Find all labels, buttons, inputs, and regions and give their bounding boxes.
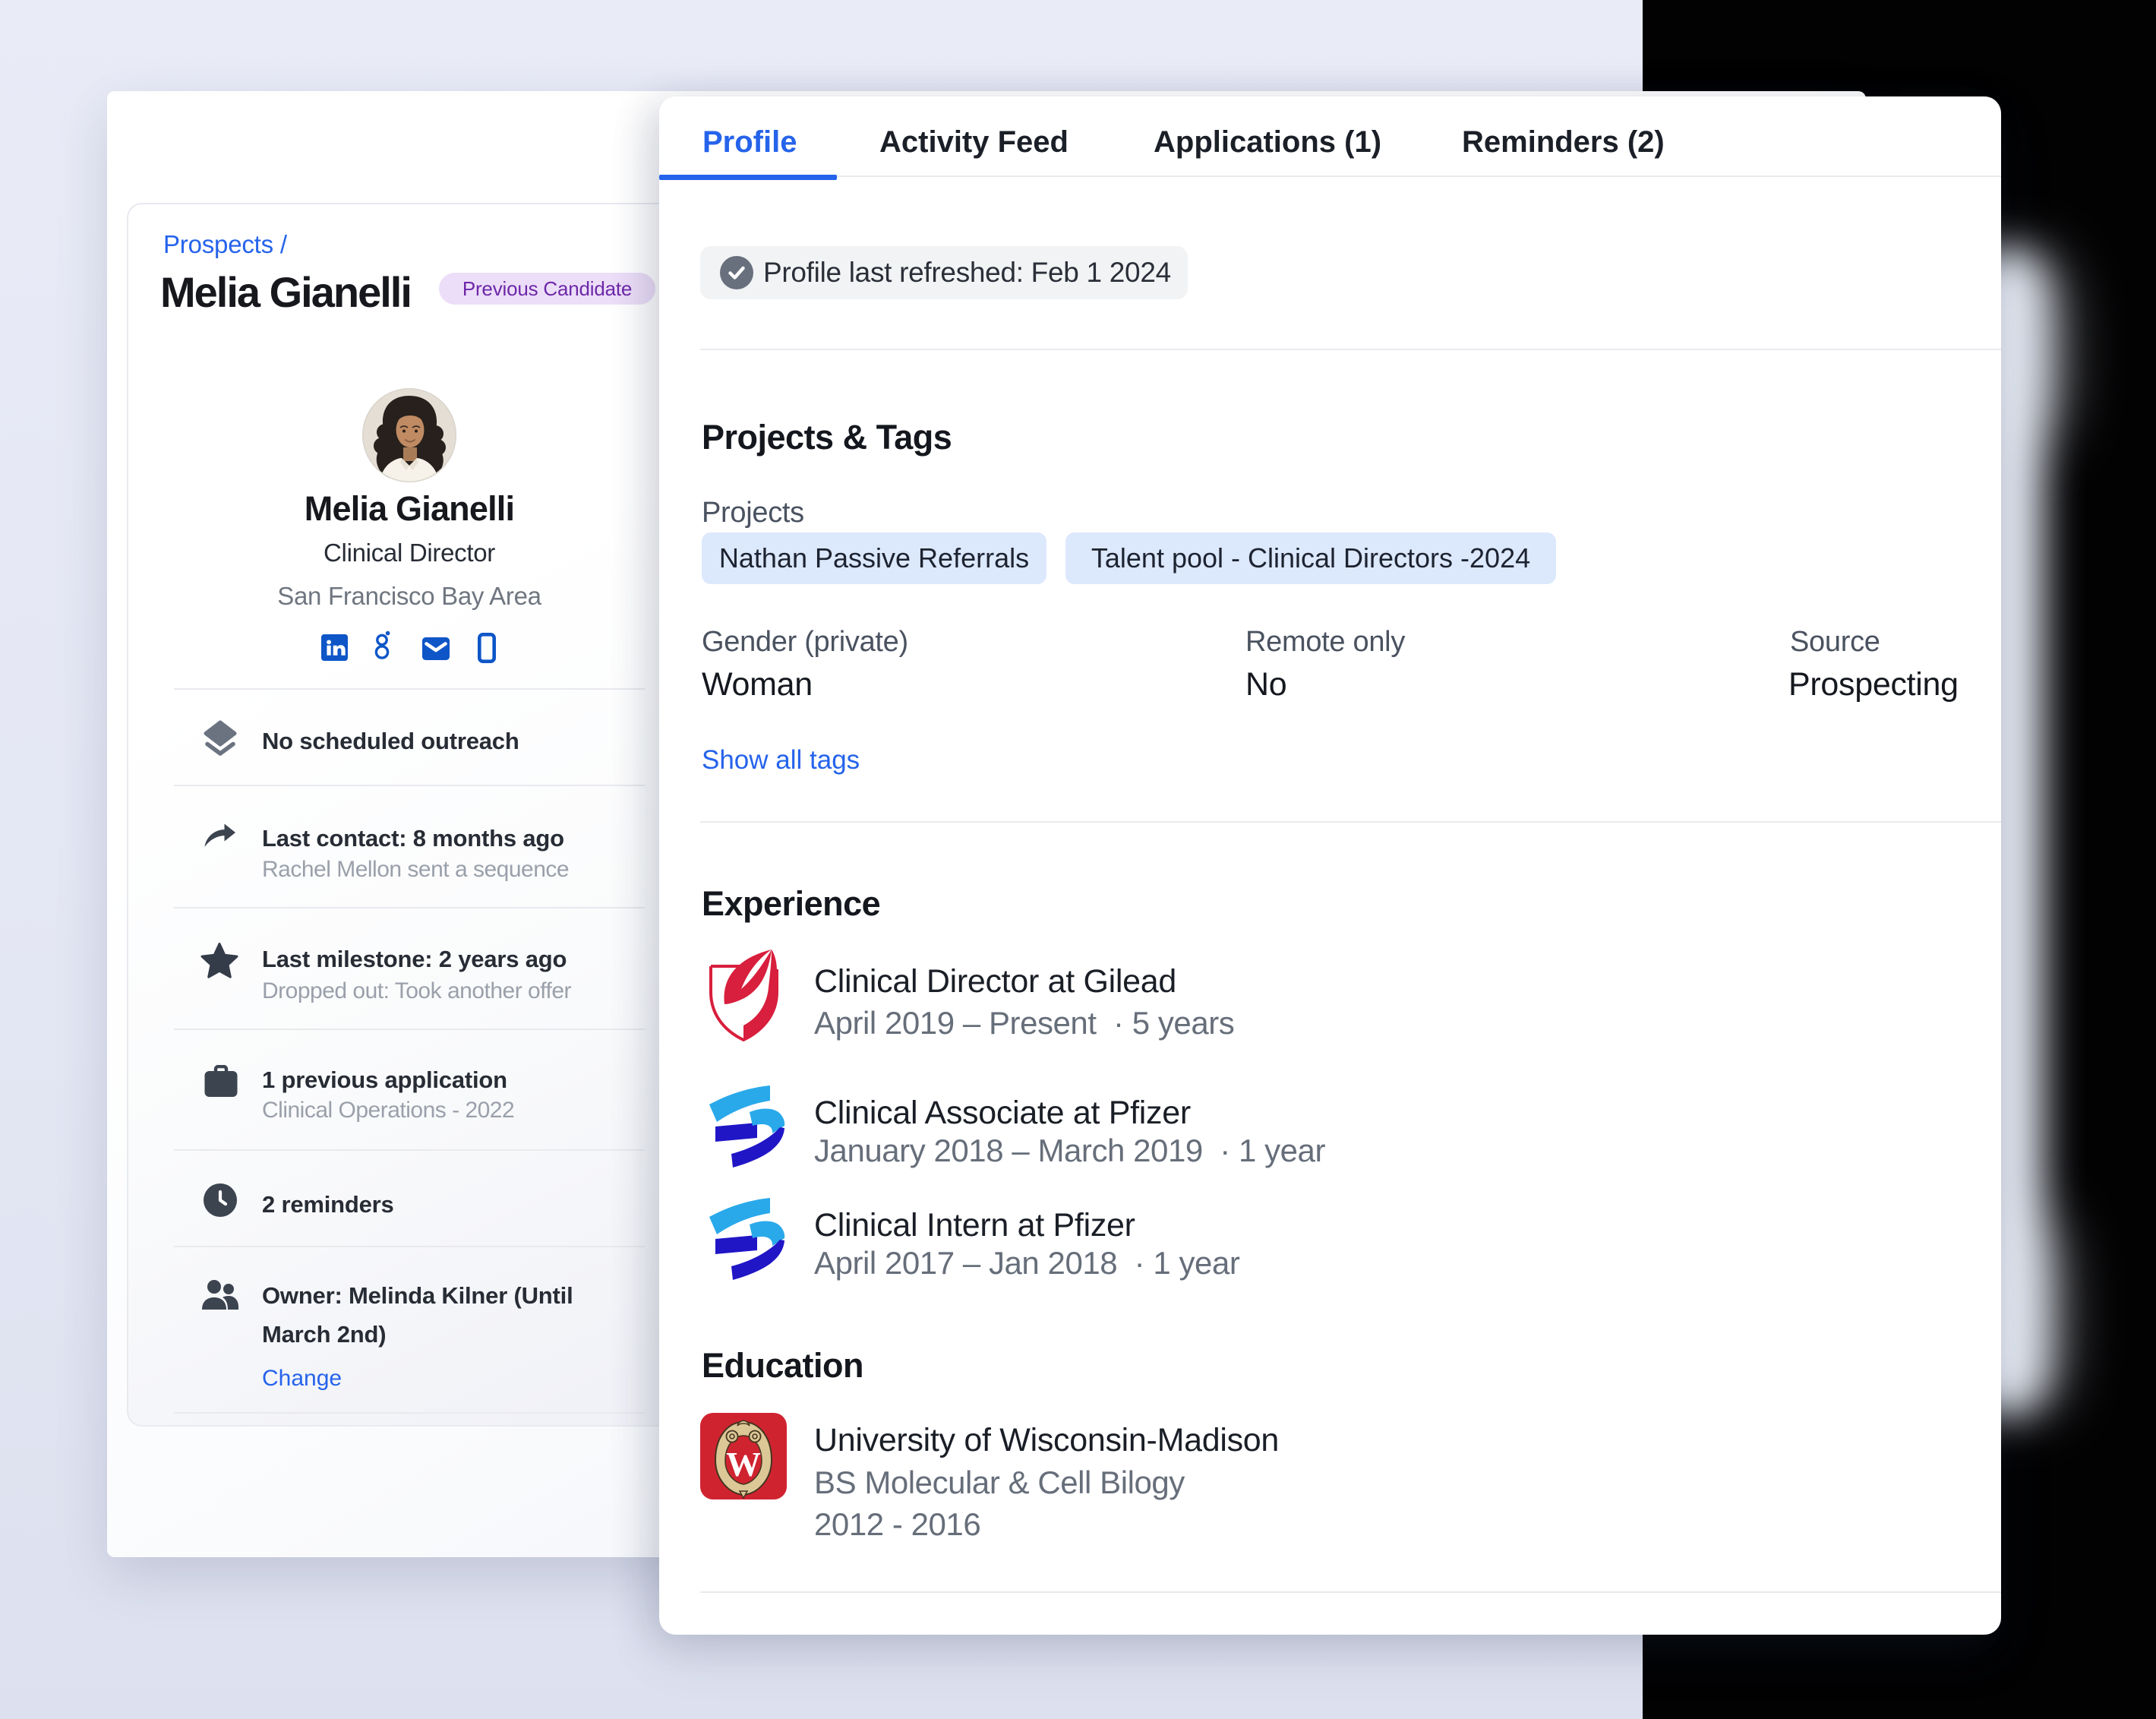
svg-text:W: W	[726, 1445, 761, 1484]
